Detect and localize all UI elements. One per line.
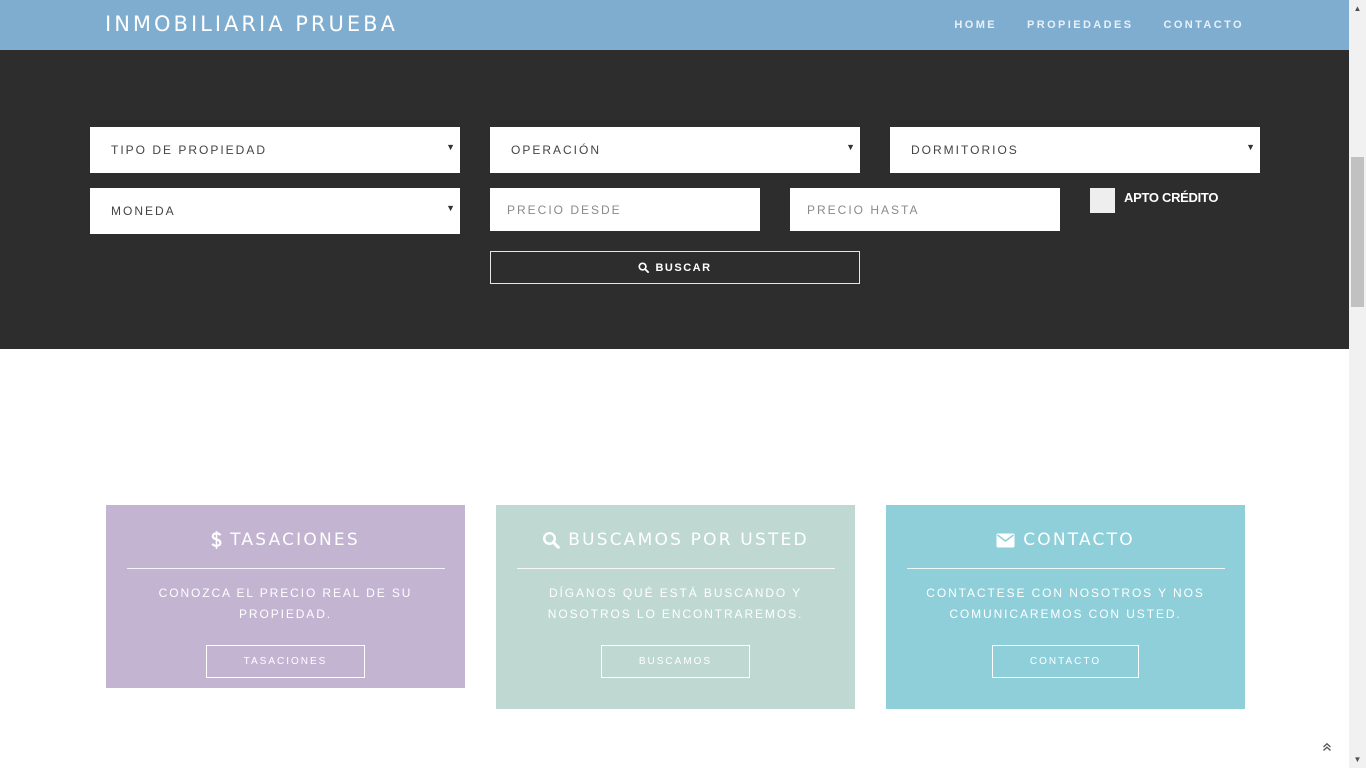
- scroll-down-arrow-icon[interactable]: ▼: [1349, 751, 1366, 768]
- buscar-button[interactable]: BUSCAR: [490, 251, 860, 284]
- dormitorios-select[interactable]: DORMITORIOS ▼: [890, 127, 1260, 173]
- page: INMOBILIARIA PRUEBA HOME PROPIEDADES CON…: [0, 0, 1366, 768]
- moneda-label: MONEDA: [111, 204, 176, 218]
- scrollbar[interactable]: ▲ ▼: [1349, 0, 1366, 768]
- search-icon: [638, 262, 650, 273]
- card-text: CONTACTESE CON NOSOTROS Y NOS COMUNICARE…: [926, 586, 1205, 621]
- apto-credito: APTO CRÉDITO: [1090, 188, 1218, 213]
- divider: [516, 568, 835, 569]
- card-title-text: TASACIONES: [230, 530, 360, 550]
- card-title-text: CONTACTO: [1023, 530, 1135, 550]
- tasaciones-button[interactable]: TASACIONES: [205, 645, 366, 678]
- card-text: DÍGANOS QUÉ ESTÁ BUSCANDO Y NOSOTROS LO …: [547, 586, 804, 621]
- apto-credito-checkbox[interactable]: [1090, 188, 1115, 213]
- dollar-icon: [211, 530, 222, 550]
- card-tasaciones: TASACIONES CONOZCA EL PRECIO REAL DE SU …: [106, 505, 465, 688]
- tipo-propiedad-select[interactable]: TIPO DE PROPIEDAD ▼: [90, 127, 460, 173]
- nav-links: HOME PROPIEDADES CONTACTO: [954, 0, 1244, 50]
- contacto-button[interactable]: CONTACTO: [991, 645, 1140, 678]
- card-title: CONTACTO: [886, 530, 1245, 550]
- navbar: INMOBILIARIA PRUEBA HOME PROPIEDADES CON…: [0, 0, 1349, 50]
- card-title: TASACIONES: [106, 530, 465, 550]
- divider: [126, 568, 445, 569]
- nav-link-home[interactable]: HOME: [954, 19, 997, 31]
- tipo-propiedad-label: TIPO DE PROPIEDAD: [111, 143, 268, 157]
- nav-link-propiedades[interactable]: PROPIEDADES: [1027, 19, 1133, 31]
- scroll-up-arrow-icon[interactable]: ▲: [1349, 0, 1366, 17]
- precio-desde-input[interactable]: [490, 188, 760, 231]
- apto-credito-label: APTO CRÉDITO: [1124, 190, 1219, 205]
- brand-logo[interactable]: INMOBILIARIA PRUEBA: [105, 12, 398, 36]
- buscar-label: BUSCAR: [655, 261, 712, 274]
- back-to-top-icon[interactable]: [1320, 740, 1334, 754]
- card-buscamos: BUSCAMOS POR USTED DÍGANOS QUÉ ESTÁ BUSC…: [496, 505, 855, 709]
- buscamos-button[interactable]: BUSCAMOS: [600, 645, 751, 678]
- chevron-down-icon: ▼: [446, 203, 455, 213]
- operacion-select[interactable]: OPERACIÓN ▼: [490, 127, 860, 173]
- divider: [906, 568, 1225, 569]
- operacion-label: OPERACIÓN: [511, 143, 602, 157]
- scrollbar-thumb[interactable]: [1351, 157, 1364, 307]
- precio-hasta-input[interactable]: [790, 188, 1060, 231]
- chevron-down-icon: ▼: [1246, 142, 1255, 152]
- card-title: BUSCAMOS POR USTED: [496, 530, 855, 550]
- card-text: CONOZCA EL PRECIO REAL DE SU PROPIEDAD.: [158, 586, 413, 621]
- envelope-icon: [996, 533, 1015, 548]
- dormitorios-label: DORMITORIOS: [911, 143, 1019, 157]
- chevron-down-icon: ▼: [846, 142, 855, 152]
- card-title-text: BUSCAMOS POR USTED: [568, 530, 809, 550]
- search-panel: TIPO DE PROPIEDAD ▼ OPERACIÓN ▼ DORMITOR…: [0, 50, 1349, 349]
- moneda-select[interactable]: MONEDA ▼: [90, 188, 460, 234]
- nav-link-contacto[interactable]: CONTACTO: [1163, 19, 1244, 31]
- search-icon: [542, 531, 561, 549]
- card-contacto: CONTACTO CONTACTESE CON NOSOTROS Y NOS C…: [886, 505, 1245, 709]
- chevron-down-icon: ▼: [446, 142, 455, 152]
